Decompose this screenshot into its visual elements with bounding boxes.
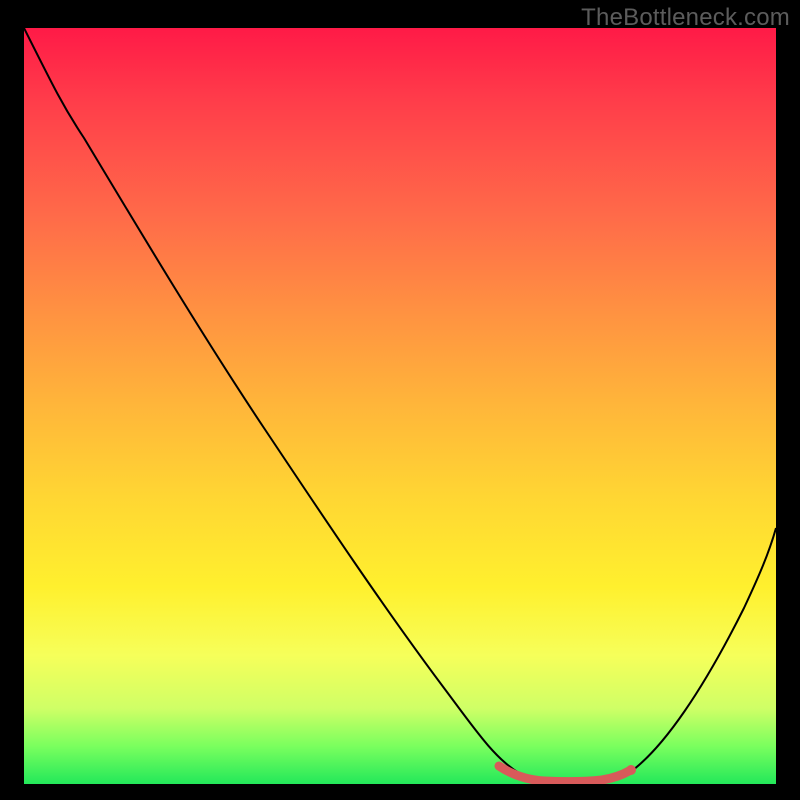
bottleneck-curve-svg — [24, 28, 776, 784]
plot-area — [24, 28, 776, 784]
optimal-range-marker — [499, 766, 629, 782]
chart-frame: TheBottleneck.com — [0, 0, 800, 800]
bottleneck-curve-line — [24, 28, 776, 782]
marker-end-dot — [626, 765, 636, 775]
watermark-text: TheBottleneck.com — [581, 4, 790, 32]
